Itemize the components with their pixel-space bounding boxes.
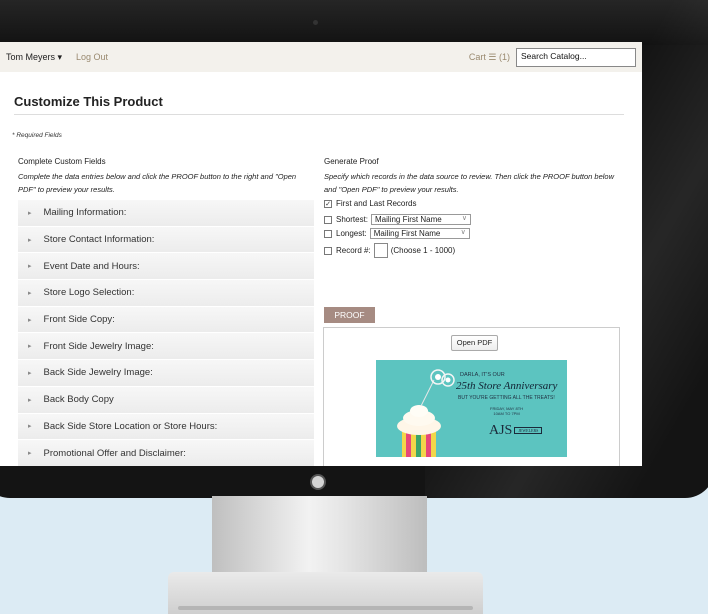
accordion-label: Front Side Copy:: [43, 314, 115, 326]
proof-preview-panel: Open PDF DARLA, IT'S OUR 25th Store Anni…: [323, 327, 620, 466]
chevron-down-icon: ∨: [461, 215, 468, 222]
screen: Tom Meyers ▾ Log Out Cart ☰ (1) Search C…: [0, 42, 642, 466]
first-last-checkbox[interactable]: ✓: [324, 199, 332, 208]
custom-fields-accordion: ▸ Mailing Information: ▸ Store Contact Inf…: [18, 200, 314, 466]
accordion-label: Promotional Offer and Disclaimer:: [43, 447, 186, 459]
accordion-label: Store Logo Selection:: [43, 287, 135, 299]
accordion-label: Back Body Copy: [43, 394, 114, 406]
proof-thumbnail: DARLA, IT'S OUR 25th Store Anniversary B…: [376, 360, 567, 457]
record-number-input[interactable]: [373, 243, 388, 258]
longest-select-value: Mailing First Name: [373, 229, 441, 238]
accordion-item-store-logo[interactable]: ▸ Store Logo Selection:: [18, 280, 314, 307]
card-logo-text: AJS: [489, 423, 513, 438]
chevron-right-icon: ▸: [28, 289, 32, 297]
card-date: FRIDAY, MAY 8TH 10AM TO 7PM: [490, 406, 523, 416]
accordion-item-back-location[interactable]: ▸ Back Side Store Location or Store Hours…: [18, 413, 314, 441]
top-bar: Tom Meyers ▾ Log Out Cart ☰ (1) Search C…: [0, 42, 642, 72]
chevron-right-icon: ▸: [28, 263, 32, 271]
accordion-item-back-jewelry[interactable]: ▸ Back Side Jewelry Image:: [18, 360, 314, 387]
shortest-checkbox[interactable]: [324, 215, 332, 224]
shortest-select-value: Mailing First Name: [375, 215, 442, 224]
accordion-item-back-body[interactable]: ▸ Back Body Copy: [18, 386, 314, 414]
chevron-right-icon: ▸: [28, 423, 32, 431]
accordion-item-front-jewelry[interactable]: ▸ Front Side Jewelry Image:: [18, 333, 314, 361]
open-pdf-button[interactable]: Open PDF: [451, 335, 498, 351]
shortest-label: Shortest:: [336, 215, 369, 224]
chevron-right-icon: ▸: [28, 209, 32, 217]
card-hours-line: 10AM TO 7PM: [493, 411, 520, 416]
custom-fields-heading: Complete Custom Fields: [18, 157, 106, 166]
first-last-option: ✓ First and Last Records: [324, 199, 416, 208]
proof-button[interactable]: PROOF: [324, 307, 375, 323]
chevron-right-icon: ▸: [28, 450, 32, 458]
accordion-item-event-date[interactable]: ▸ Event Date and Hours:: [18, 253, 314, 281]
webcam: [313, 20, 318, 25]
chevron-right-icon: ▸: [28, 236, 32, 244]
monitor-stand-neck: [212, 496, 427, 576]
user-menu[interactable]: Tom Meyers ▾: [6, 52, 62, 63]
generate-proof-description: Specify which records in the data source…: [324, 172, 615, 194]
generate-proof-heading: Generate Proof: [324, 157, 379, 166]
accordion-label: Front Side Jewelry Image:: [43, 340, 154, 352]
page-title: Customize This Product: [14, 94, 163, 109]
power-button: [312, 476, 324, 488]
card-headline: 25th Store Anniversary: [456, 380, 558, 392]
search-input[interactable]: Search Catalog...: [516, 47, 636, 67]
record-label: Record #:: [336, 246, 371, 255]
cart-link[interactable]: Cart ☰ (1): [469, 52, 510, 63]
accordion-item-mailing[interactable]: ▸ Mailing Information:: [18, 200, 314, 227]
record-range-hint: (Choose 1 - 1000): [390, 246, 456, 255]
first-last-label: First and Last Records: [336, 199, 417, 208]
chevron-right-icon: ▸: [28, 316, 32, 324]
chevron-right-icon: ▸: [28, 396, 32, 404]
accordion-item-store-contact[interactable]: ▸ Store Contact Information:: [18, 226, 314, 254]
chevron-down-icon: ∨: [460, 229, 466, 236]
accordion-item-front-copy[interactable]: ▸ Front Side Copy:: [18, 306, 314, 334]
custom-fields-description: Complete the data entries below and clic…: [18, 172, 297, 194]
accordion-label: Back Side Jewelry Image:: [43, 367, 153, 379]
shortest-select[interactable]: Mailing First Name ∨: [371, 214, 472, 225]
longest-checkbox[interactable]: [324, 229, 332, 238]
card-line-1: DARLA, IT'S OUR: [460, 372, 505, 378]
accordion-label: Event Date and Hours:: [43, 260, 140, 272]
shortest-option: Shortest: Mailing First Name ∨: [324, 214, 472, 225]
record-checkbox[interactable]: [324, 246, 332, 255]
chevron-right-icon: ▸: [28, 369, 32, 377]
chevron-right-icon: ▸: [28, 343, 32, 351]
longest-select[interactable]: Mailing First Name ∨: [369, 228, 470, 239]
card-logo: AJS JEWELERS: [489, 423, 543, 439]
card-logo-sub: JEWELERS: [514, 427, 543, 435]
required-note: * Required Fields: [12, 132, 62, 139]
logout-link[interactable]: Log Out: [76, 52, 108, 62]
accordion-label: Back Side Store Location or Store Hours:: [43, 420, 218, 432]
monitor-stand-foot: [168, 572, 483, 614]
title-divider: [14, 114, 624, 115]
longest-label: Longest:: [336, 229, 367, 238]
card-line-3: BUT YOU'RE GETTING ALL THE TREATS!: [458, 395, 555, 401]
longest-option: Longest: Mailing First Name ∨: [324, 228, 470, 239]
record-option: Record #: (Choose 1 - 1000): [324, 243, 455, 258]
accordion-label: Store Contact Information:: [43, 234, 155, 246]
accordion-label: Mailing Information:: [43, 207, 127, 219]
accordion-item-promo[interactable]: ▸ Promotional Offer and Disclaimer:: [18, 440, 314, 466]
